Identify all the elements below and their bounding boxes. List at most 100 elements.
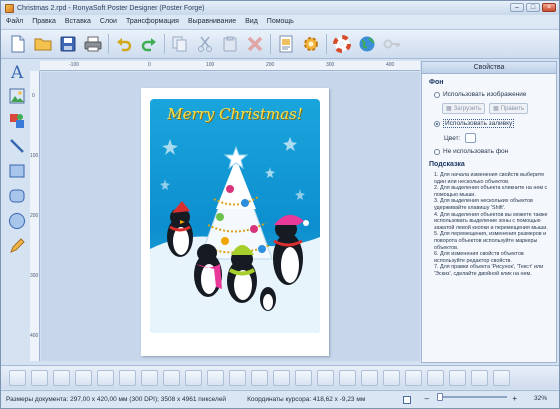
save-button[interactable] xyxy=(57,33,79,55)
ruler-label: 200 xyxy=(30,213,39,219)
copy-button[interactable] xyxy=(169,33,191,55)
ruler-label: 0 xyxy=(32,93,35,99)
arrange-button[interactable] xyxy=(163,369,180,386)
document-page[interactable]: Merry Christmas! xyxy=(141,88,329,356)
arrange-button[interactable] xyxy=(493,369,510,386)
delete-icon xyxy=(247,36,263,52)
rounded-rectangle-tool[interactable] xyxy=(7,186,27,206)
clipart-tool[interactable] xyxy=(7,111,27,131)
arrange-button[interactable] xyxy=(339,369,356,386)
register-button[interactable] xyxy=(381,33,403,55)
ruler-label: -100 xyxy=(69,62,80,68)
arrange-button[interactable] xyxy=(471,369,488,386)
no-background-option[interactable]: Не использовать фон xyxy=(422,148,556,155)
hint-line: 5. Для перемещения, изменения размеров и… xyxy=(434,231,547,251)
maximize-button[interactable]: □ xyxy=(526,3,540,12)
svg-text:A: A xyxy=(10,63,24,80)
undo-button[interactable] xyxy=(113,33,135,55)
use-image-option[interactable]: Использовать изображение xyxy=(422,91,556,98)
arrange-button[interactable] xyxy=(427,369,444,386)
arrange-button[interactable] xyxy=(119,369,136,386)
new-document-button[interactable] xyxy=(7,33,29,55)
ellipse-tool[interactable] xyxy=(7,211,27,231)
print-icon xyxy=(84,36,102,52)
edit-image-button[interactable]: ▦ Править xyxy=(489,103,529,114)
load-button-label: Загрузить xyxy=(453,105,482,112)
arrange-button[interactable] xyxy=(97,369,114,386)
use-fill-label: Использовать заливку xyxy=(443,119,515,128)
hint-line: 6. Для изменения свойств объектов исполь… xyxy=(434,251,524,264)
arrange-button[interactable] xyxy=(295,369,312,386)
print-button[interactable] xyxy=(82,33,104,55)
ruler-label: 0 xyxy=(148,62,151,68)
ruler-label: 100 xyxy=(206,62,215,68)
load-image-button[interactable]: ▦ Загрузить xyxy=(442,103,486,114)
text-tool[interactable]: A xyxy=(7,61,27,81)
arrange-button[interactable] xyxy=(75,369,92,386)
no-background-label: Не использовать фон xyxy=(443,148,509,155)
close-window-button[interactable]: × xyxy=(542,3,556,12)
settings-button[interactable] xyxy=(300,33,322,55)
paste-button[interactable] xyxy=(219,33,241,55)
zoom-in-icon[interactable]: + xyxy=(512,394,517,403)
arrange-button[interactable] xyxy=(405,369,422,386)
use-fill-option[interactable]: Использовать заливку xyxy=(422,119,556,128)
hint-line: 7. Для правки объекта 'Рисунок', 'Текст'… xyxy=(434,264,544,277)
load-icon: ▦ xyxy=(446,106,452,112)
arrange-button[interactable] xyxy=(273,369,290,386)
christmas-poster-image[interactable]: Merry Christmas! xyxy=(150,99,320,333)
view-mode-icon[interactable] xyxy=(403,396,411,404)
delete-button[interactable] xyxy=(244,33,266,55)
menu-insert[interactable]: Вставка xyxy=(65,18,91,25)
title-bar: Christmas 2.rpd - RonyaSoft Poster Desig… xyxy=(1,1,559,15)
image-tool[interactable] xyxy=(7,86,27,106)
cut-button[interactable] xyxy=(194,33,216,55)
zoom-slider-handle[interactable] xyxy=(437,393,443,401)
arrange-button[interactable] xyxy=(251,369,268,386)
menu-transform[interactable]: Трансформация xyxy=(126,18,179,25)
arrange-button[interactable] xyxy=(383,369,400,386)
penguin-small xyxy=(260,287,276,311)
use-image-radio[interactable] xyxy=(434,91,440,98)
redo-button[interactable] xyxy=(138,33,160,55)
arrange-button[interactable] xyxy=(9,369,26,386)
menu-layers[interactable]: Слои xyxy=(100,18,117,25)
window-controls: – □ × xyxy=(510,3,556,12)
arrange-button[interactable] xyxy=(185,369,202,386)
app-window: Christmas 2.rpd - RonyaSoft Poster Desig… xyxy=(0,0,560,409)
undo-icon xyxy=(117,38,132,52)
minimize-button[interactable]: – xyxy=(510,3,524,12)
menu-help[interactable]: Помощь xyxy=(267,18,294,25)
arrange-button[interactable] xyxy=(361,369,378,386)
arrange-button[interactable] xyxy=(449,369,466,386)
menu-bar: Файл Правка Вставка Слои Трансформация В… xyxy=(1,15,559,28)
design-canvas[interactable]: Merry Christmas! xyxy=(41,72,420,361)
menu-edit[interactable]: Правка xyxy=(32,18,56,25)
pencil-tool[interactable] xyxy=(7,236,27,256)
open-button[interactable] xyxy=(32,33,54,55)
arrange-button[interactable] xyxy=(53,369,70,386)
zoom-slider[interactable] xyxy=(437,393,507,401)
color-label: Цвет: xyxy=(444,134,461,142)
use-fill-radio[interactable] xyxy=(434,120,440,127)
arrange-button[interactable] xyxy=(207,369,224,386)
line-tool[interactable] xyxy=(7,136,27,156)
web-button[interactable] xyxy=(356,33,378,55)
main-toolbar xyxy=(1,29,559,59)
menu-align[interactable]: Выравнивание xyxy=(188,18,236,25)
arrange-button[interactable] xyxy=(31,369,48,386)
document-size-status: Размеры документа: 297,00 x 420,00 мм (3… xyxy=(6,396,227,403)
arrange-button[interactable] xyxy=(141,369,158,386)
menu-file[interactable]: Файл xyxy=(6,18,23,25)
arrange-button[interactable] xyxy=(229,369,246,386)
rectangle-tool[interactable] xyxy=(7,161,27,181)
page-setup-button[interactable] xyxy=(275,33,297,55)
no-background-radio[interactable] xyxy=(434,148,440,155)
menu-view[interactable]: Вид xyxy=(245,18,258,25)
fill-color-swatch[interactable] xyxy=(465,133,477,143)
properties-panel: Свойства Фон Использовать изображение ▦ З… xyxy=(421,61,557,363)
help-button[interactable] xyxy=(331,33,353,55)
arrange-button[interactable] xyxy=(317,369,334,386)
zoom-out-icon[interactable]: – xyxy=(425,394,429,403)
toolbar-separator xyxy=(164,34,165,54)
